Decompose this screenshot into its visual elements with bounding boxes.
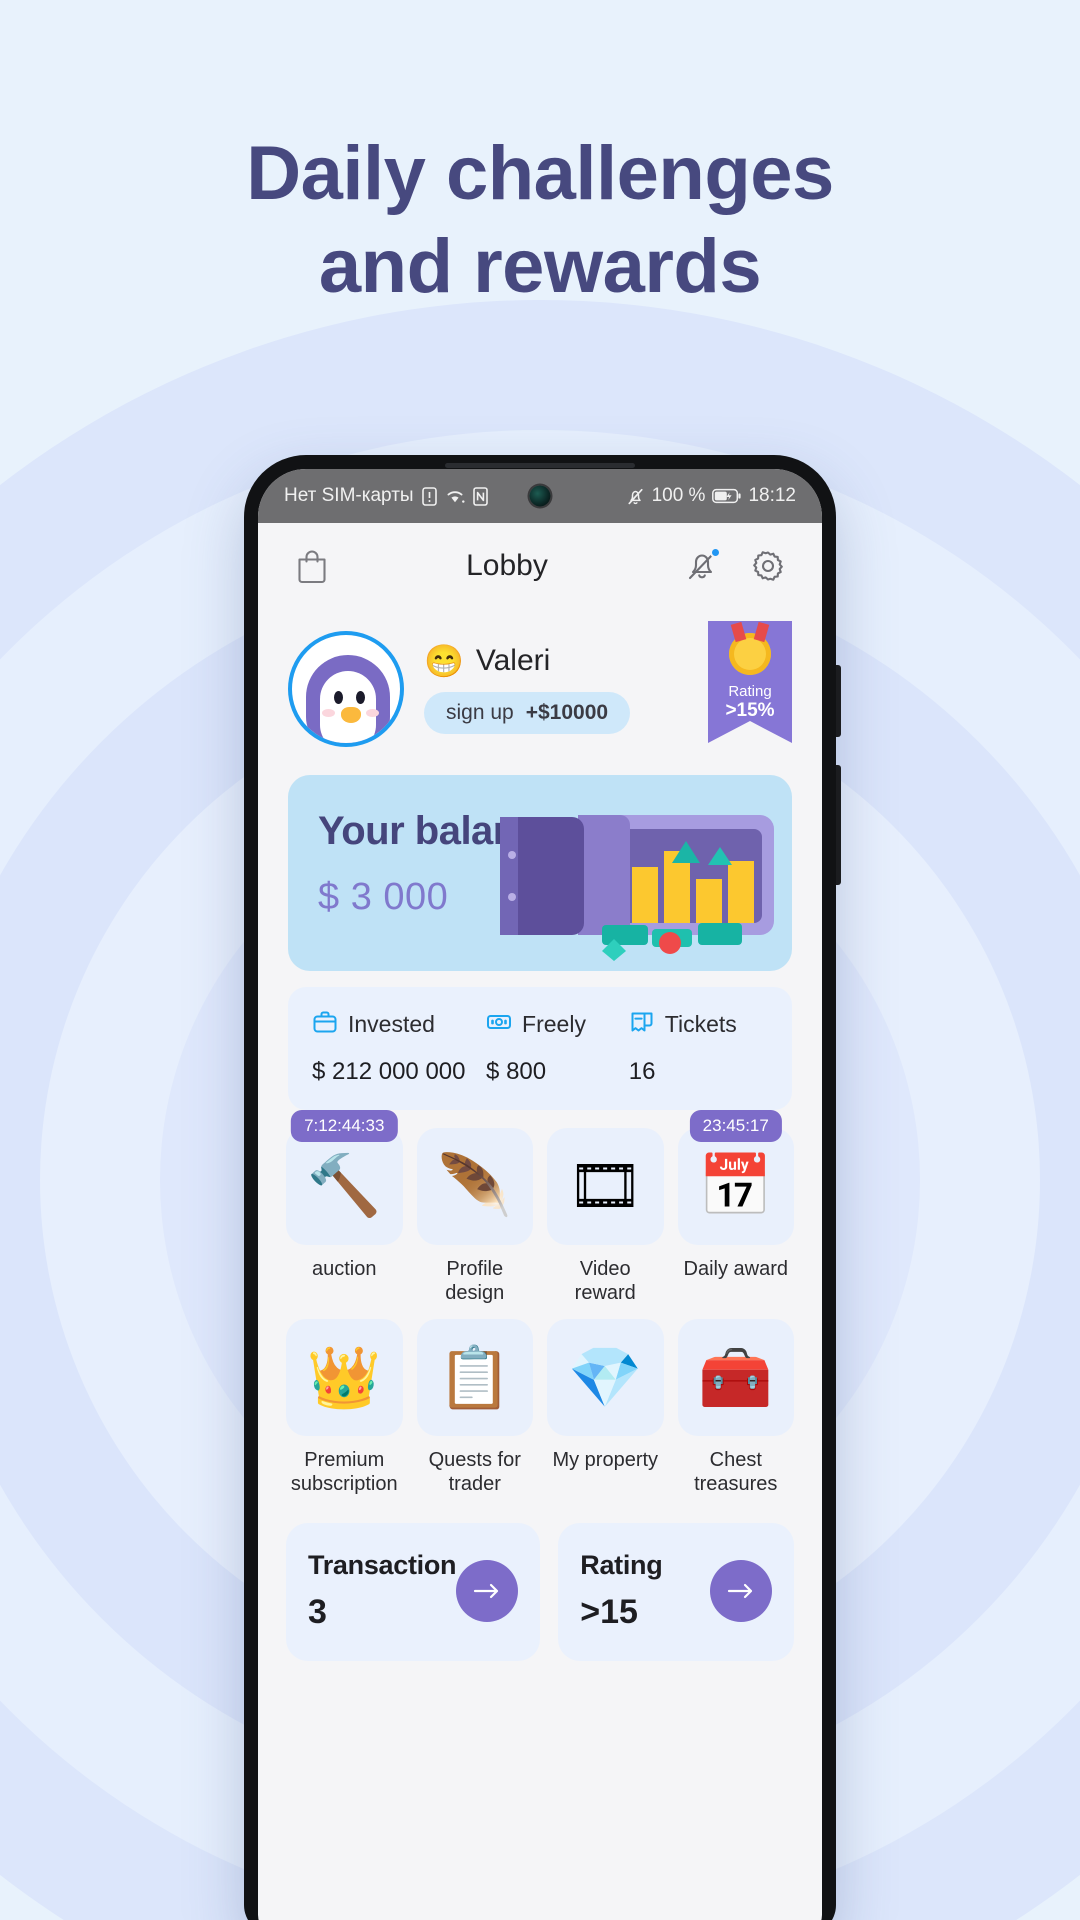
headline-line-1: Daily challenges	[246, 131, 834, 216]
rating-badge-label: Rating	[728, 682, 772, 700]
stat-tickets[interactable]: Tickets 16	[629, 1009, 768, 1086]
tile-video-reward[interactable]: 🎞 Video reward	[547, 1128, 664, 1305]
tile-quests-for-trader[interactable]: 📋 Quests for trader	[416, 1319, 533, 1496]
stat-freely[interactable]: Freely $ 800	[486, 1009, 629, 1086]
rating-card[interactable]: Rating >15	[558, 1522, 794, 1661]
rating-badge-value: >15%	[725, 700, 775, 722]
tile-daily-award-timer: 23:45:17	[689, 1110, 782, 1142]
tile-quests-for-trader-label: Quests for trader	[428, 1448, 521, 1496]
crown-icon: 👑	[306, 1343, 382, 1411]
tile-auction-timer: 7:12:44:33	[291, 1110, 398, 1142]
stat-tickets-value: 16	[628, 1058, 656, 1085]
briefcase-icon	[312, 1009, 338, 1040]
profile-details: 😁 Valeri sign up +$10000	[424, 644, 688, 734]
mood-emoji-icon: 😁	[424, 643, 464, 679]
arrow-right-icon[interactable]	[710, 1559, 772, 1622]
headline-line-2: and rewards	[318, 223, 762, 309]
bell-muted-icon	[626, 487, 645, 506]
tile-daily-award-label: Daily award	[683, 1257, 788, 1280]
film-strip-icon: 🎞	[567, 1152, 644, 1220]
treasure-chest-icon: 🧰	[698, 1343, 774, 1411]
tile-my-property-label: My property	[552, 1448, 659, 1471]
penguin-avatar[interactable]	[288, 631, 404, 747]
avatar-penguin-eye-left	[334, 691, 343, 704]
signup-chip-label: sign up	[446, 701, 514, 724]
safe-with-treasure-illustration	[500, 815, 774, 961]
sim-alert-icon	[421, 486, 437, 506]
auction-hammer-icon: 🔨	[306, 1152, 382, 1220]
stat-invested[interactable]: Invested $ 212 000 000	[312, 1009, 486, 1086]
carrier-label: Нет SIM-карты	[284, 485, 414, 506]
tile-my-property[interactable]: 💎 My property	[547, 1319, 664, 1496]
summary-cards-row: Transaction 3 Rating >15	[286, 1522, 794, 1661]
tile-auction[interactable]: 7:12:44:33 🔨 auction	[286, 1110, 403, 1305]
phone-screen: Нет SIM-карты 100 % 18:12 Lobby 😁 Valeri…	[258, 469, 822, 1920]
rating-badge[interactable]: Rating >15%	[708, 620, 792, 744]
clock-label: 18:12	[748, 485, 796, 506]
phone-power-button	[836, 765, 841, 885]
stat-tickets-label: Tickets	[664, 1011, 737, 1037]
banknote-icon	[486, 1009, 512, 1040]
profile-section: 😁 Valeri sign up +$10000 Rating >15%	[258, 609, 822, 765]
arrow-right-icon[interactable]	[456, 1559, 519, 1622]
transaction-card-title: Transaction	[308, 1549, 457, 1580]
tile-premium-subscription-label: Premium subscription	[290, 1448, 398, 1496]
tile-video-reward-label: Video reward	[574, 1257, 636, 1304]
nfc-icon	[472, 486, 488, 506]
signup-chip-amount: +$10000	[525, 701, 609, 724]
rating-card-value: >15	[580, 1592, 638, 1631]
signup-bonus-chip[interactable]: sign up +$10000	[424, 692, 631, 734]
rating-card-title: Rating	[580, 1549, 663, 1580]
stat-freely-value: $ 800	[486, 1058, 547, 1085]
promo-headline: Daily challenges and rewards	[0, 128, 1080, 313]
balance-card[interactable]: Your balance $ 3 000	[288, 775, 792, 971]
phone-volume-button	[836, 665, 841, 737]
profile-name-row: 😁 Valeri	[424, 644, 688, 678]
wifi-icon	[445, 488, 465, 505]
transaction-card[interactable]: Transaction 3	[286, 1522, 541, 1661]
calendar-icon: 📅	[698, 1152, 774, 1220]
ticket-icon	[629, 1009, 655, 1040]
profile-username: Valeri	[475, 644, 551, 677]
stat-freely-label: Freely	[522, 1011, 586, 1037]
feature-tiles-grid: 7:12:44:33 🔨 auction 🪶 Profile design 🎞 …	[286, 1110, 794, 1497]
tile-chest-treasures-label: Chest treasures	[694, 1448, 778, 1496]
avatar-penguin-cheek-left	[322, 709, 335, 717]
bell-icon[interactable]	[680, 544, 724, 588]
avatar-penguin-beak	[341, 707, 361, 723]
gem-icon: 💎	[567, 1343, 643, 1411]
phone-mockup: Нет SIM-карты 100 % 18:12 Lobby 😁 Valeri…	[244, 455, 841, 1920]
stat-invested-label: Invested	[348, 1011, 435, 1037]
avatar-penguin-eye-right	[356, 691, 365, 704]
notification-dot	[710, 547, 721, 558]
status-bar: Нет SIM-карты 100 % 18:12	[258, 469, 822, 523]
app-header: Lobby	[258, 523, 822, 609]
stat-invested-value: $ 212 000 000	[312, 1058, 466, 1085]
shopping-bag-icon[interactable]	[290, 544, 334, 588]
tile-profile-design[interactable]: 🪶 Profile design	[416, 1128, 533, 1305]
tile-auction-label: auction	[312, 1257, 377, 1280]
avatar-penguin-cheek-right	[366, 709, 379, 717]
gear-icon[interactable]	[746, 544, 790, 588]
battery-charging-icon	[712, 488, 742, 504]
stats-strip: Invested $ 212 000 000 Freely $ 800 Tick…	[288, 987, 792, 1110]
tile-premium-subscription[interactable]: 👑 Premium subscription	[286, 1319, 403, 1496]
transaction-card-value: 3	[308, 1592, 327, 1631]
medal-icon	[729, 632, 771, 675]
tile-daily-award[interactable]: 23:45:17 📅 Daily award	[677, 1110, 794, 1305]
battery-percent-label: 100 %	[651, 485, 706, 506]
clipboard-icon: 📋	[437, 1343, 513, 1411]
tile-profile-design-label: Profile design	[445, 1257, 505, 1304]
feather-icon: 🪶	[437, 1152, 513, 1220]
front-camera	[529, 485, 551, 507]
tile-chest-treasures[interactable]: 🧰 Chest treasures	[677, 1319, 794, 1496]
page-title: Lobby	[466, 549, 548, 582]
